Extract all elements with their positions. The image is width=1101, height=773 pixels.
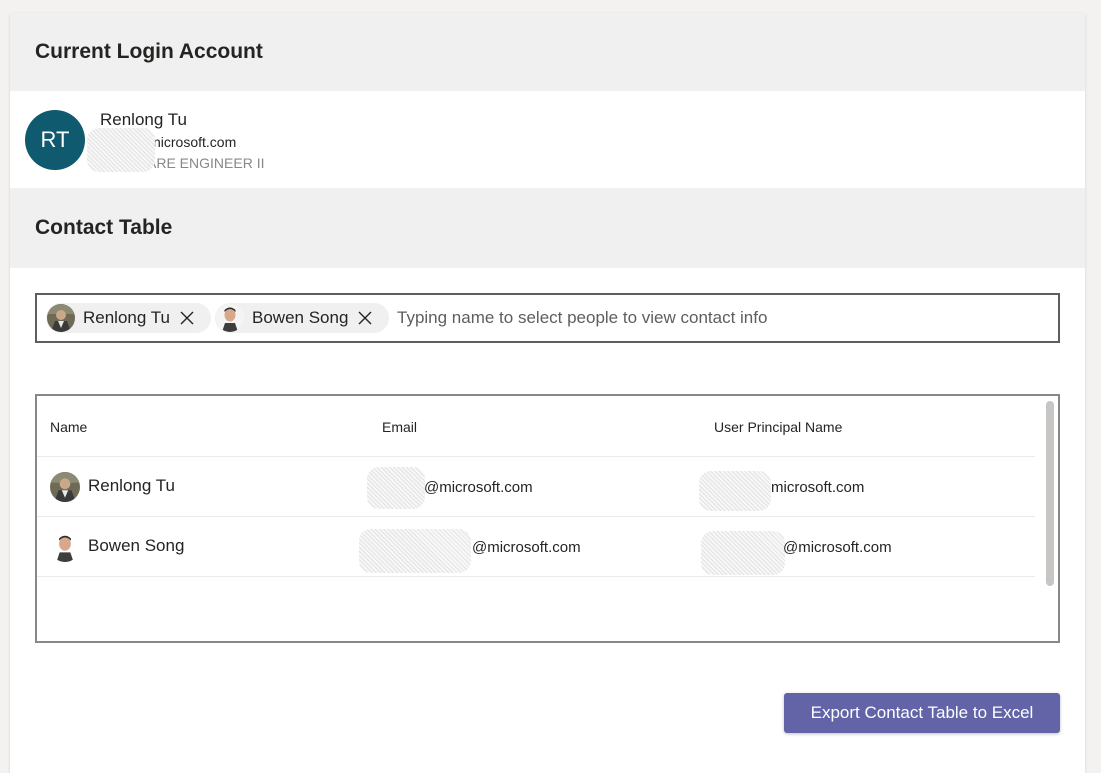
account-section-header: Current Login Account	[10, 13, 1085, 91]
close-icon[interactable]	[358, 311, 372, 325]
row-divider	[37, 576, 1035, 578]
cell-upn: microsoft.com	[771, 479, 865, 496]
person-chip[interactable]: Bowen Song	[215, 303, 389, 333]
avatar: RT	[25, 110, 85, 170]
account-name: Renlong Tu	[100, 110, 187, 129]
redacted-text	[87, 128, 155, 172]
account-section-title: Current Login Account	[35, 40, 263, 63]
person-photo-icon	[50, 472, 80, 502]
close-icon[interactable]	[180, 311, 194, 325]
contact-section-title: Contact Table	[35, 216, 173, 239]
export-to-excel-button[interactable]: Export Contact Table to Excel	[784, 693, 1060, 733]
column-header-name[interactable]: Name	[50, 419, 87, 435]
redacted-text	[359, 529, 471, 573]
contact-table: Name Email User Principal Name Renlong T…	[35, 394, 1060, 643]
cell-upn: @microsoft.com	[783, 539, 892, 556]
redacted-text	[699, 471, 771, 511]
column-header-email[interactable]: Email	[382, 419, 417, 435]
redacted-text	[701, 531, 785, 575]
person-photo-icon	[50, 532, 80, 562]
cell-email: @microsoft.com	[424, 479, 533, 496]
cell-name: Renlong Tu	[88, 476, 175, 495]
column-header-upn[interactable]: User Principal Name	[714, 419, 842, 435]
table-row[interactable]: Renlong Tu @microsoft.com microsoft.com	[37, 456, 1035, 517]
cell-name: Bowen Song	[88, 536, 185, 555]
redacted-text	[367, 467, 425, 509]
search-input[interactable]	[397, 303, 1037, 333]
people-picker[interactable]: Renlong Tu Bowen Song	[35, 293, 1060, 343]
account-job-title: ARE ENGINEER II	[147, 155, 265, 171]
person-chip[interactable]: Renlong Tu	[46, 303, 211, 333]
contact-section-header: Contact Table	[10, 188, 1085, 268]
chip-label: Renlong Tu	[83, 308, 170, 327]
person-photo-icon	[216, 304, 244, 332]
chip-label: Bowen Song	[252, 308, 349, 327]
person-photo-icon	[47, 304, 75, 332]
main-card: Current Login Account RT Renlong Tu nicr…	[10, 13, 1085, 773]
scrollbar-thumb[interactable]	[1046, 401, 1054, 586]
table-row[interactable]: Bowen Song @microsoft.com @microsoft.com	[37, 516, 1035, 577]
account-email: nicrosoft.com	[153, 134, 237, 150]
cell-email: @microsoft.com	[472, 539, 581, 556]
vertical-scrollbar[interactable]	[1044, 396, 1056, 639]
